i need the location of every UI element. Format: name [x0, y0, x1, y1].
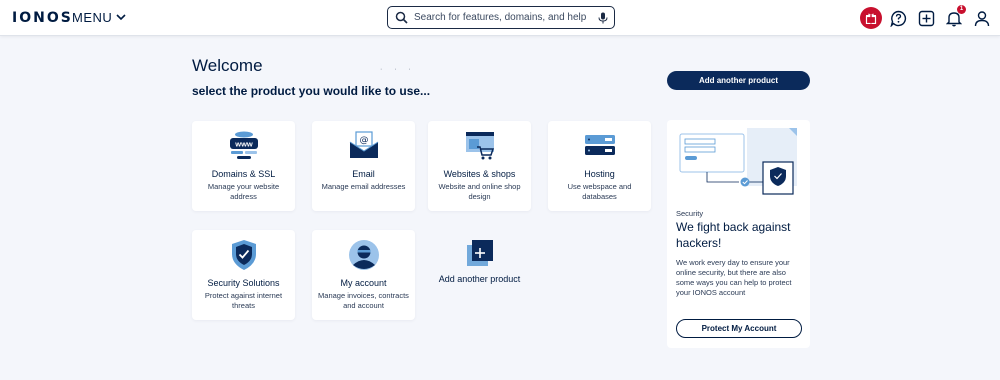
plus-square-outline-icon — [918, 10, 934, 26]
question-bubble-icon — [889, 10, 906, 27]
product-title: Hosting — [584, 169, 615, 179]
product-description: Manage your website address — [207, 182, 280, 201]
product-description: Use webspace and databases — [567, 182, 632, 201]
ionos-logo[interactable]: IONOS — [12, 10, 73, 26]
add-product-title: Add another product — [438, 274, 521, 284]
gift-icon[interactable] — [860, 7, 882, 29]
menu-button[interactable]: MENU — [72, 10, 126, 25]
product-selection-prompt: select the product you would like to use… — [192, 84, 431, 98]
product-card-domains[interactable]: www Domains & SSL Manage your website ad… — [192, 121, 295, 211]
panel-title: We fight back against hackers! — [676, 220, 791, 250]
website-cart-icon — [465, 132, 494, 160]
envelope-icon: @ — [349, 131, 378, 158]
product-title: Websites & shops — [443, 169, 516, 179]
redacted-username: · · · — [380, 66, 416, 73]
help-icon[interactable] — [888, 8, 908, 28]
product-card-hosting[interactable]: Hosting Use webspace and databases — [548, 121, 651, 211]
chevron-down-icon — [116, 14, 126, 21]
add-icon[interactable] — [916, 8, 936, 28]
user-icon — [974, 10, 990, 26]
panel-text: We work every day to ensure your online … — [676, 258, 792, 297]
product-card-email[interactable]: @ Email Manage email addresses — [312, 121, 415, 211]
product-description: Manage invoices, contracts and account — [318, 291, 409, 310]
product-description: Protect against internet threats — [204, 291, 283, 310]
user-avatar-icon — [348, 240, 379, 270]
welcome-heading: Welcome — [192, 56, 263, 75]
security-promo-panel: Security We fight back against hackers! … — [667, 120, 810, 348]
product-title: Email — [352, 169, 375, 179]
search-bar[interactable] — [387, 6, 615, 29]
add-another-product-card[interactable]: Add another product — [428, 232, 531, 322]
search-icon — [395, 11, 408, 24]
product-title: Security Solutions — [207, 278, 280, 288]
protect-my-account-button[interactable]: Protect My Account — [676, 319, 802, 338]
search-input[interactable] — [414, 12, 594, 23]
product-card-websites[interactable]: Websites & shops Website and online shop… — [428, 121, 531, 211]
svg-text:@: @ — [359, 136, 368, 146]
panel-category: Security — [676, 209, 704, 218]
microphone-icon[interactable] — [598, 12, 608, 24]
add-another-product-button[interactable]: Add another product — [667, 71, 810, 90]
www-domain-icon: www — [229, 131, 258, 159]
notification-badge: 1 — [957, 5, 966, 14]
product-description: Manage email addresses — [321, 182, 406, 191]
plus-square-icon — [466, 240, 493, 266]
product-title: My account — [340, 278, 387, 288]
menu-label: MENU — [72, 10, 113, 25]
product-card-security[interactable]: Security Solutions Protect against inter… — [192, 230, 295, 320]
product-description: Website and online shop design — [438, 182, 521, 201]
product-card-my-account[interactable]: My account Manage invoices, contracts an… — [312, 230, 415, 320]
shield-check-icon — [231, 240, 256, 270]
gift-box-icon — [865, 13, 877, 24]
security-illustration — [679, 128, 797, 195]
server-icon — [584, 135, 615, 155]
svg-text:www: www — [234, 140, 253, 149]
notifications-icon[interactable]: 1 — [944, 5, 966, 28]
product-title: Domains & SSL — [211, 169, 276, 179]
account-icon[interactable] — [972, 8, 992, 28]
top-navigation-bar: IONOS MENU 1 — [0, 0, 1000, 36]
